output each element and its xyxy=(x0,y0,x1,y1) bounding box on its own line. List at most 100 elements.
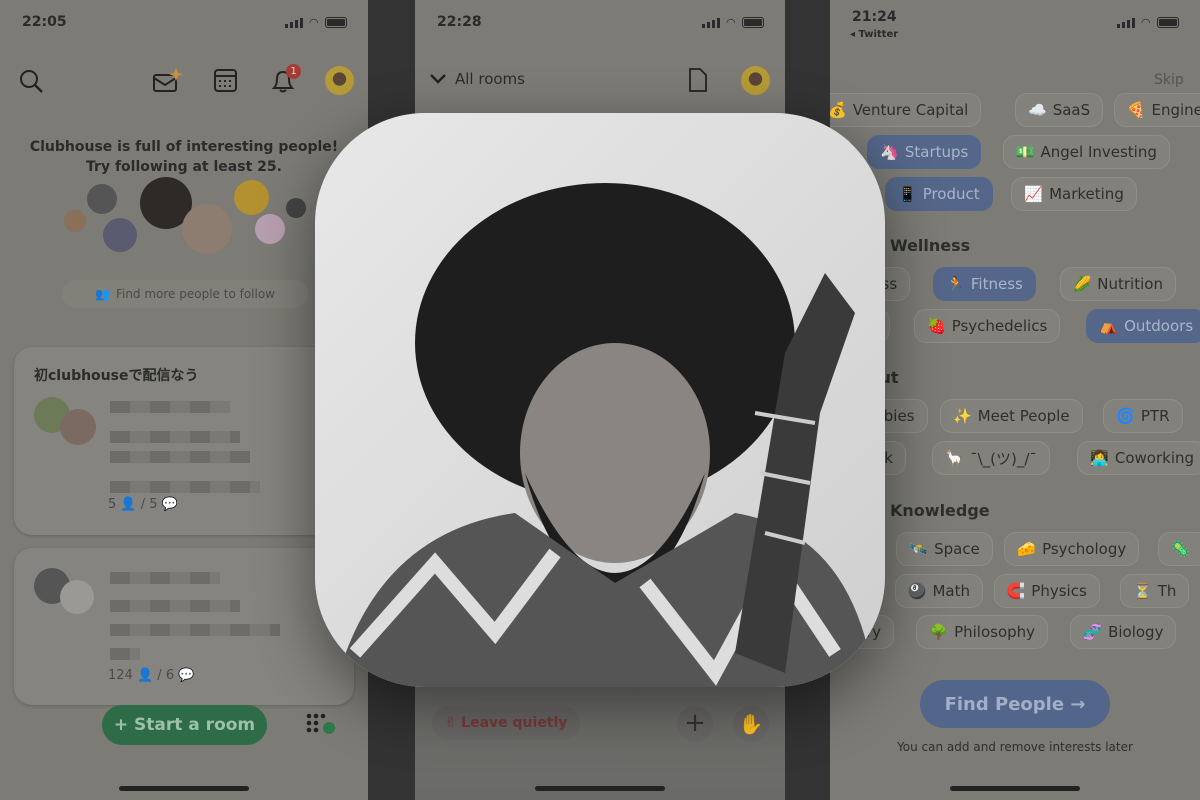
interest-emoji-icon: 📱 xyxy=(898,185,917,203)
clubhouse-app-icon xyxy=(315,113,885,687)
room-card[interactable]: 初clubhouseで配信なう 5 👤 / 5 💬 xyxy=(14,347,354,535)
interest-chip[interactable]: 🌽 Nutrition xyxy=(1059,267,1176,301)
interest-label: Angel Investing xyxy=(1040,143,1157,161)
interest-label: Psychology xyxy=(1042,540,1127,558)
interest-label: Physics xyxy=(1031,582,1087,600)
interest-chip[interactable]: 🛰️ Space xyxy=(896,532,993,566)
backchannel-grid-icon[interactable] xyxy=(306,713,338,737)
interest-chip[interactable]: 🍕 Engineering xyxy=(1113,93,1200,127)
speaker-count: 5 xyxy=(149,497,158,512)
section-heading: Knowledge xyxy=(890,501,990,520)
invite-envelope-icon[interactable] xyxy=(152,66,184,94)
listener-count: 5 xyxy=(108,497,117,512)
interest-emoji-icon: 🧬 xyxy=(1083,623,1103,641)
interest-chip[interactable]: ✨ Meet People xyxy=(940,399,1083,433)
interest-emoji-icon: 👩‍💻 xyxy=(1090,449,1109,467)
status-icons: ◠ xyxy=(285,16,347,29)
interest-emoji-icon: 🦙 xyxy=(945,449,965,467)
interest-chip[interactable]: ⛺ Outdoors xyxy=(1086,309,1200,343)
all-rooms-back-button[interactable]: All rooms xyxy=(429,70,525,88)
interest-label: Fitness xyxy=(970,275,1023,293)
skip-button[interactable]: Skip xyxy=(1154,72,1184,88)
interest-label: Venture Capital xyxy=(852,101,969,119)
interest-label: Philosophy xyxy=(954,623,1036,641)
section-heading: Wellness xyxy=(890,236,971,255)
interest-chip[interactable]: 🍓 Psychedelics xyxy=(914,309,1061,343)
interest-label: ¯\_(ツ)_/¯ xyxy=(970,449,1037,468)
interest-chip[interactable]: 💰 Venture Capital xyxy=(830,93,982,127)
interest-chip[interactable]: 🦄 Startups xyxy=(867,135,982,169)
interest-chip[interactable]: 🧀 Psychology xyxy=(1004,532,1140,566)
listener-count: 124 xyxy=(108,668,133,683)
find-more-people-button[interactable]: 👥 Find more people to follow xyxy=(62,280,308,308)
interest-label: Biology xyxy=(1108,623,1164,641)
interest-emoji-icon: 🌽 xyxy=(1072,275,1092,293)
interest-emoji-icon: 🍓 xyxy=(927,317,946,335)
interest-label: Meet People xyxy=(977,407,1070,425)
interest-chip[interactable]: 🌀 PTR xyxy=(1103,399,1183,433)
interest-label: Outdoors xyxy=(1124,317,1194,335)
interest-label: PTR xyxy=(1140,407,1170,425)
interest-emoji-icon: 🍕 xyxy=(1126,101,1146,119)
interest-emoji-icon: ✨ xyxy=(953,407,972,425)
document-icon[interactable] xyxy=(688,67,708,93)
interest-chip[interactable]: 🦠 xyxy=(1158,532,1200,566)
home-indicator xyxy=(950,786,1080,791)
leave-quietly-button[interactable]: ✌ Leave quietly xyxy=(432,706,580,740)
interest-chip[interactable]: ☁️ SaaS xyxy=(1015,93,1104,127)
interest-emoji-icon: 🌳 xyxy=(929,623,949,641)
interest-chip[interactable]: 🧲 Physics xyxy=(993,574,1100,608)
interest-emoji-icon: 🌀 xyxy=(1116,407,1135,425)
home-screen: 22:05 ◠ 1 Clubhouse is full of interesti… xyxy=(0,0,368,800)
interests-screen: 21:24 ◂ Twitter ◠ Skip 💰 Venture Capital ☁… xyxy=(830,0,1200,800)
interest-label: Space xyxy=(934,540,980,558)
status-icons: ◠ xyxy=(702,16,764,29)
separator: / xyxy=(157,668,162,683)
interest-chip[interactable]: 🧬 Biology xyxy=(1070,615,1177,649)
room-card[interactable]: 124 👤 / 6 💬 xyxy=(14,548,354,705)
interest-emoji-icon: 🏃 xyxy=(946,275,965,293)
profile-avatar[interactable] xyxy=(325,66,354,95)
interest-label: Nutrition xyxy=(1097,275,1163,293)
suggested-people[interactable] xyxy=(60,176,310,256)
interest-emoji-icon: ⏳ xyxy=(1133,582,1152,600)
interest-chip[interactable]: 🌳 Philosophy xyxy=(916,615,1049,649)
status-time: 21:24 xyxy=(852,9,897,25)
interest-chip[interactable]: 🏃 Fitness xyxy=(933,267,1036,301)
interest-chip[interactable]: 🎱 Math xyxy=(894,574,984,608)
interest-chip[interactable]: 📈 Marketing xyxy=(1011,177,1137,211)
start-room-button[interactable]: + Start a room xyxy=(102,705,267,745)
interests-caption: You can add and remove interests later xyxy=(897,740,1133,754)
add-person-icon: 👥 xyxy=(95,287,110,301)
speaker-count: 6 xyxy=(165,668,175,683)
status-time: 22:28 xyxy=(437,14,482,30)
interest-emoji-icon: 🦠 xyxy=(1171,540,1191,558)
interest-emoji-icon: 🧀 xyxy=(1017,540,1037,558)
status-time: 22:05 xyxy=(22,14,67,30)
interest-label: Math xyxy=(932,582,971,600)
interest-label: SaaS xyxy=(1052,101,1091,119)
back-to-twitter-link[interactable]: ◂ Twitter xyxy=(850,29,898,40)
calendar-icon[interactable] xyxy=(213,68,238,93)
interest-chip[interactable]: 🦙 ¯\_(ツ)_/¯ xyxy=(932,441,1050,475)
status-icons: ◠ xyxy=(1117,16,1179,29)
interest-label: Engineering xyxy=(1151,101,1200,119)
raise-hand-icon[interactable]: ✋ xyxy=(733,706,769,742)
add-icon[interactable]: + xyxy=(677,706,713,742)
interest-emoji-icon: 🦄 xyxy=(880,143,899,161)
interest-emoji-icon: 🎱 xyxy=(907,582,927,600)
interest-chip[interactable]: 💵 Angel Investing xyxy=(1002,135,1170,169)
find-people-button[interactable]: Find People → xyxy=(920,680,1110,728)
prompt-line-2: Try following at least 25. xyxy=(86,159,282,175)
separator: / xyxy=(140,497,146,512)
interest-chip[interactable]: 📱 Product xyxy=(885,177,993,211)
interest-chip[interactable]: 👩‍💻 Coworking xyxy=(1077,441,1200,475)
notification-badge: 1 xyxy=(286,64,301,79)
interest-label: Coworking xyxy=(1114,449,1195,467)
interest-emoji-icon: 💵 xyxy=(1015,143,1035,161)
profile-avatar[interactable] xyxy=(741,66,770,95)
interest-emoji-icon: ☁️ xyxy=(1028,101,1047,119)
search-icon[interactable] xyxy=(18,68,44,94)
interest-chip[interactable]: ⏳ Th xyxy=(1120,574,1190,608)
interest-emoji-icon: ⛺ xyxy=(1099,317,1119,335)
